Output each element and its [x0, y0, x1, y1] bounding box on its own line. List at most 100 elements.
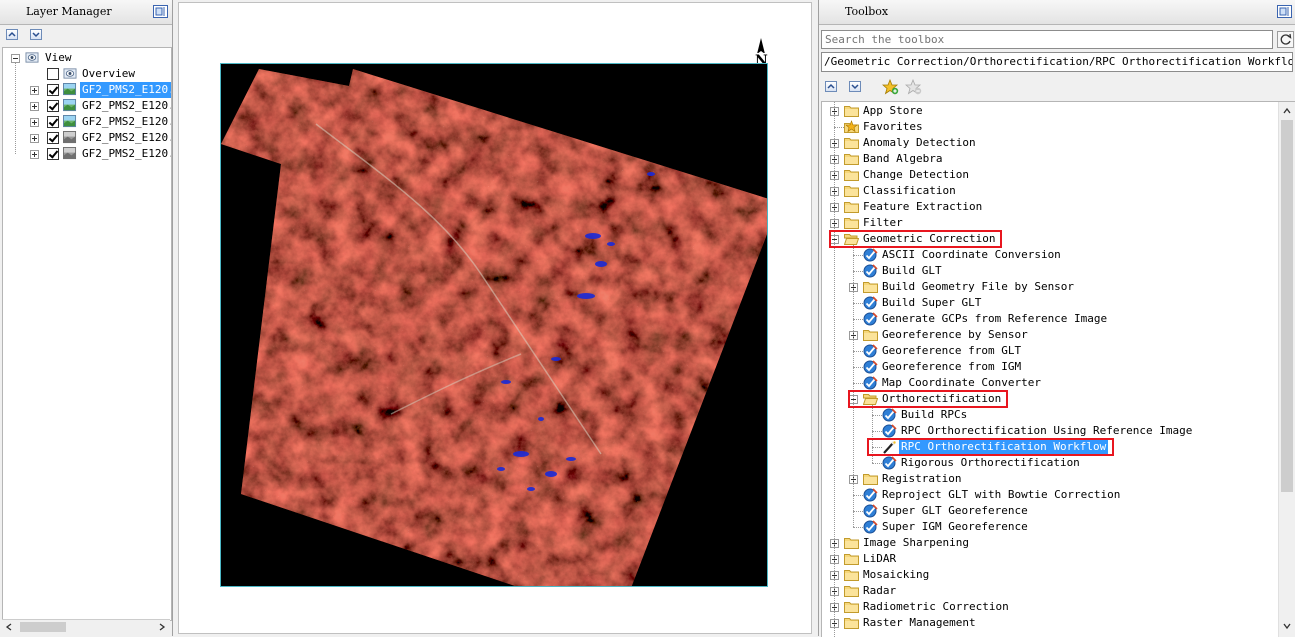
- scroll-right-icon[interactable]: [158, 623, 166, 631]
- tree-connector: [872, 415, 882, 416]
- toolbox-tree-item[interactable]: Generate GCPs from Reference Image: [822, 311, 1277, 327]
- tree-connector: [853, 255, 863, 256]
- layer-visibility-checkbox[interactable]: [47, 100, 59, 112]
- layer-visibility-checkbox[interactable]: [47, 68, 59, 80]
- scroll-left-icon[interactable]: [5, 623, 13, 631]
- toolbox-move-up-button[interactable]: [825, 81, 837, 92]
- toolbox-item-label: Mosaicking: [863, 568, 930, 581]
- toolbox-tree-item[interactable]: Raster Management: [822, 615, 1277, 631]
- layer-visibility-checkbox[interactable]: [47, 148, 59, 160]
- expand-icon[interactable]: [30, 150, 39, 159]
- dock-pin-icon[interactable]: [153, 5, 168, 18]
- layer-visibility-checkbox[interactable]: [47, 84, 59, 96]
- toolbox-tree: App Store Favorites Anomaly Detection Band …: [821, 101, 1295, 637]
- toolbox-tree-item[interactable]: Filter: [822, 215, 1277, 231]
- toolbox-tree-item[interactable]: Reproject GLT with Bowtie Correction: [822, 487, 1277, 503]
- add-favorite-icon[interactable]: [882, 79, 899, 95]
- tree-connector: [853, 367, 863, 368]
- tool-icon: [863, 376, 878, 390]
- tool-icon: [863, 248, 878, 262]
- toolbox-move-down-button[interactable]: [849, 81, 861, 92]
- toolbox-item-label: Georeference from IGM: [882, 360, 1022, 373]
- layer-name: GF2_PMS2_E120.7: [80, 82, 171, 98]
- layer-item[interactable]: GF2_PMS2_E120.7: [3, 114, 171, 130]
- layer-name: GF2_PMS2_E120.7: [82, 99, 172, 112]
- toolbox-tree-item[interactable]: Georeference from IGM: [822, 359, 1277, 375]
- folder-icon: [844, 554, 859, 565]
- toolbox-tree-item[interactable]: Mosaicking: [822, 567, 1277, 583]
- toolbox-search-input[interactable]: [821, 30, 1273, 49]
- layer-visibility-checkbox[interactable]: [47, 116, 59, 128]
- dock-pin-icon[interactable]: [1277, 5, 1292, 18]
- toolbox-tree-item[interactable]: Registration: [822, 471, 1277, 487]
- layer-visibility-checkbox[interactable]: [47, 132, 59, 144]
- toolbox-tree-item[interactable]: Classification: [822, 183, 1277, 199]
- layer-item[interactable]: GF2_PMS2_E120.7: [3, 98, 172, 114]
- folder-icon: [844, 154, 859, 165]
- expand-icon[interactable]: [30, 86, 39, 95]
- tool-icon: [863, 264, 878, 278]
- toolbox-tree-item[interactable]: Rigorous Orthorectification: [822, 455, 1277, 471]
- toolbox-tree-item[interactable]: Map Coordinate Converter: [822, 375, 1277, 391]
- toolbox-tree-item[interactable]: Radar: [822, 583, 1277, 599]
- toolbox-tree-item[interactable]: Favorites: [822, 119, 1277, 135]
- expand-icon[interactable]: [30, 118, 39, 127]
- toolbox-tree-item[interactable]: Build GLT: [822, 263, 1277, 279]
- toolbox-tree-item[interactable]: Super GLT Georeference: [822, 503, 1277, 519]
- toolbox-tree-item[interactable]: Georeference from GLT: [822, 343, 1277, 359]
- layer-tree: View Overview GF2_PMS2_E120.7 GF2_PMS2_E120…: [2, 47, 172, 621]
- toolbox-path-field[interactable]: /Geometric Correction/Orthorectification…: [821, 52, 1293, 72]
- layer-manager-title: Layer Manager: [26, 5, 112, 18]
- layer-item[interactable]: GF2_PMS2_E120.7: [3, 146, 171, 162]
- toolbox-tree-item[interactable]: Build Super GLT: [822, 295, 1277, 311]
- toolbox-tree-item[interactable]: Band Algebra: [822, 151, 1277, 167]
- toolbox-tree-item[interactable]: LiDAR: [822, 551, 1277, 567]
- toolbox-tree-item[interactable]: Build RPCs: [822, 407, 1277, 423]
- expand-icon[interactable]: [30, 134, 39, 143]
- toolbox-item-label: Raster Management: [863, 616, 976, 629]
- toolbox-item-label: Registration: [882, 472, 962, 485]
- toolbox-tree-item[interactable]: Build Geometry File by Sensor: [822, 279, 1277, 295]
- toolbox-tree-item[interactable]: App Store: [822, 103, 1277, 119]
- scrollbar-thumb[interactable]: [1281, 120, 1293, 492]
- toolbox-item-label: Build Super GLT: [882, 296, 982, 309]
- move-layer-down-button[interactable]: [30, 29, 42, 40]
- toolbox-tree-item[interactable]: Georeference by Sensor: [822, 327, 1277, 343]
- toolbox-tree-item[interactable]: RPC Orthorectification Using Reference I…: [822, 423, 1277, 439]
- tree-connector: [853, 303, 863, 304]
- chevron-up-icon: [8, 31, 16, 37]
- tool-icon: [863, 360, 878, 374]
- toolbox-tree-item[interactable]: ASCII Coordinate Conversion: [822, 247, 1277, 263]
- layer-item[interactable]: Overview: [3, 66, 169, 82]
- toolbox-item-label: Super IGM Georeference: [882, 520, 1028, 533]
- toolbox-item-label: Anomaly Detection: [863, 136, 976, 149]
- layer-item[interactable]: GF2_PMS2_E120.7: [3, 82, 171, 98]
- toolbox-item-label: Georeference from GLT: [882, 344, 1022, 357]
- refresh-icon[interactable]: [1277, 31, 1294, 48]
- scrollbar-thumb[interactable]: [20, 622, 66, 632]
- toolbox-item-label: Map Coordinate Converter: [882, 376, 1041, 389]
- toolbox-tree-item[interactable]: Image Sharpening: [822, 535, 1277, 551]
- toolbox-tree-item[interactable]: Super IGM Georeference: [822, 519, 1277, 535]
- layer-root-view[interactable]: View: [3, 50, 169, 66]
- expand-icon[interactable]: [30, 102, 39, 111]
- tree-connector: [834, 127, 844, 128]
- toolbox-tree-item[interactable]: Feature Extraction: [822, 199, 1277, 215]
- tool-icon: [863, 344, 878, 358]
- toolbox-tree-item[interactable]: Change Detection: [822, 167, 1277, 183]
- move-layer-up-button[interactable]: [6, 29, 18, 40]
- scroll-up-icon[interactable]: [1283, 107, 1291, 115]
- tree-connector: [853, 351, 863, 352]
- toolbox-tree-item[interactable]: Radiometric Correction: [822, 599, 1277, 615]
- toolbox-tree-item[interactable]: Anomaly Detection: [822, 135, 1277, 151]
- tool-icon: [863, 488, 878, 502]
- layer-tree-horizontal-scrollbar[interactable]: [2, 619, 170, 634]
- favorites-folder-icon: [844, 120, 859, 133]
- raster-image-frame[interactable]: [220, 63, 768, 587]
- highlight-box: [848, 390, 1008, 408]
- remove-favorite-icon[interactable]: [905, 79, 922, 95]
- layer-item[interactable]: GF2_PMS2_E120.7: [3, 130, 171, 146]
- scroll-down-icon[interactable]: [1283, 622, 1291, 630]
- toolbox-vertical-scrollbar[interactable]: [1278, 102, 1295, 637]
- toolbox-item-label: ASCII Coordinate Conversion: [882, 248, 1061, 261]
